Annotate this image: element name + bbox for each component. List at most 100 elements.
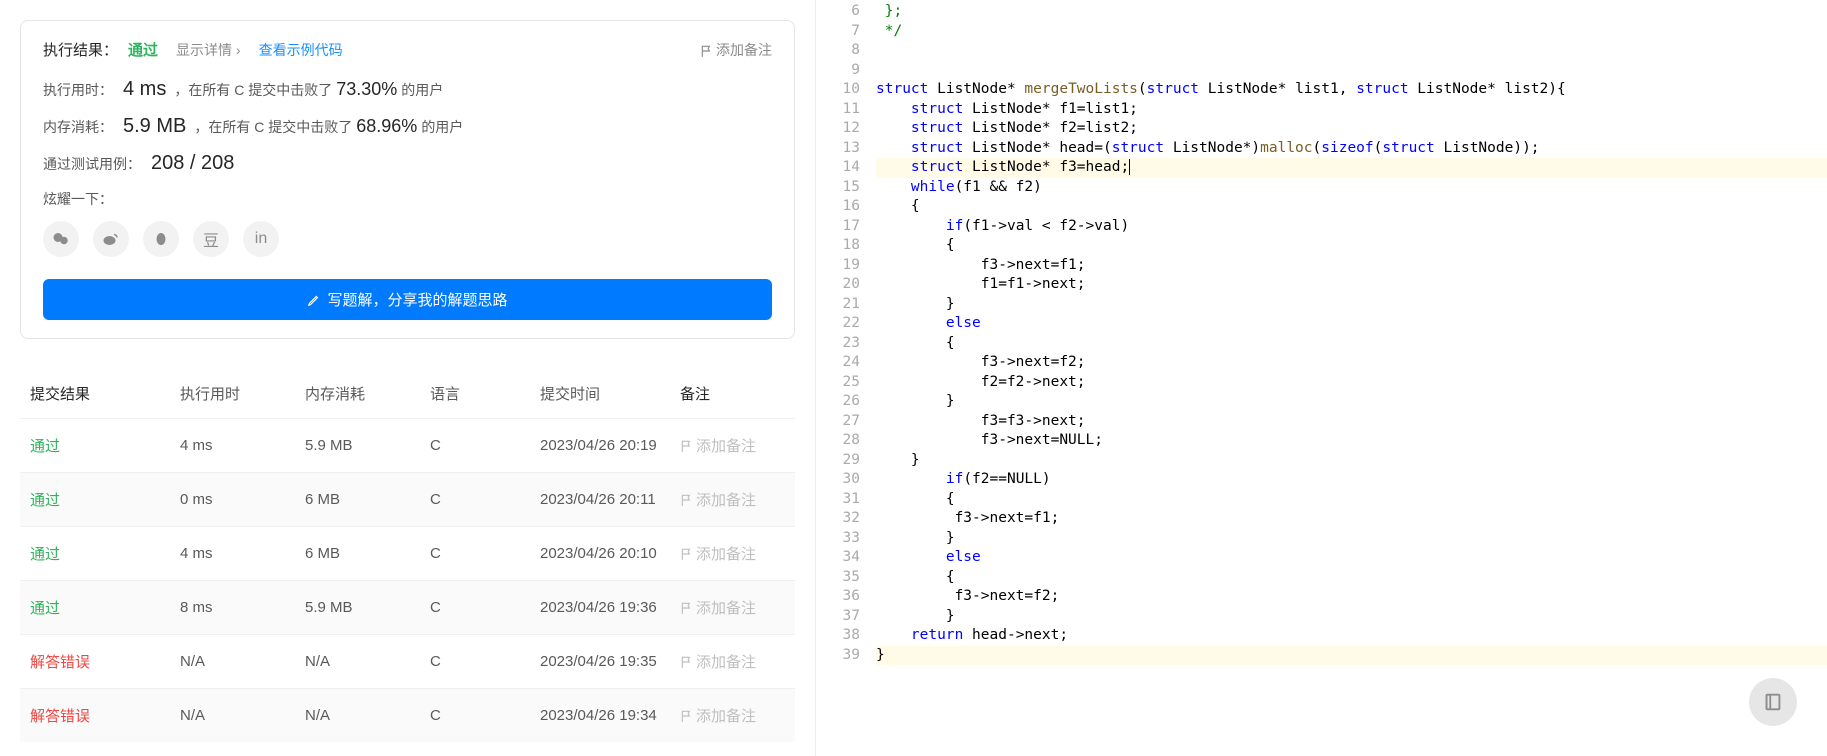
submission-result[interactable]: 解答错误: [30, 654, 90, 671]
code-line[interactable]: {: [876, 197, 1827, 217]
code-line[interactable]: }: [876, 607, 1827, 627]
header-lang: 语言: [430, 383, 540, 404]
code-line[interactable]: struct ListNode* f1=list1;: [876, 100, 1827, 120]
code-line[interactable]: return head->next;: [876, 626, 1827, 646]
code-area[interactable]: }; */ struct ListNode* mergeTwoLists(str…: [876, 2, 1827, 756]
submission-lang: C: [430, 491, 540, 508]
table-row[interactable]: 通过4 ms6 MBC2023/04/26 20:10添加备注: [20, 526, 795, 580]
code-line[interactable]: f3->next=f2;: [876, 587, 1827, 607]
add-note-button[interactable]: 添加备注: [700, 40, 772, 60]
line-gutter: 6789101112131415161718192021222324252627…: [816, 2, 876, 756]
submission-memory: 5.9 MB: [305, 437, 430, 454]
submission-lang: C: [430, 707, 540, 724]
table-row[interactable]: 通过4 ms5.9 MBC2023/04/26 20:19添加备注: [20, 418, 795, 472]
submission-memory: N/A: [305, 653, 430, 670]
code-line[interactable]: f2=f2->next;: [876, 373, 1827, 393]
example-code-link[interactable]: 查看示例代码: [259, 40, 343, 60]
notebook-float-button[interactable]: [1749, 678, 1797, 726]
submission-memory: 6 MB: [305, 545, 430, 562]
show-detail-link[interactable]: 显示详情 ›: [176, 40, 241, 60]
submission-result[interactable]: 通过: [30, 438, 60, 455]
code-line[interactable]: struct ListNode* head=(struct ListNode*)…: [876, 139, 1827, 159]
submission-result[interactable]: 通过: [30, 546, 60, 563]
flag-icon: [680, 653, 692, 670]
submission-result[interactable]: 解答错误: [30, 708, 90, 725]
code-line[interactable]: if(f1->val < f2->val): [876, 217, 1827, 237]
submission-date: 2023/04/26 20:10: [540, 545, 680, 562]
submission-result[interactable]: 通过: [30, 492, 60, 509]
add-note-link[interactable]: 添加备注: [680, 435, 785, 456]
testcase-value: 208 / 208: [151, 152, 234, 175]
flag-icon: [680, 437, 692, 454]
code-line[interactable]: else: [876, 548, 1827, 568]
submission-lang: C: [430, 437, 540, 454]
code-line[interactable]: struct ListNode* f2=list2;: [876, 119, 1827, 139]
code-line[interactable]: {: [876, 334, 1827, 354]
header-time: 执行用时: [180, 383, 305, 404]
submission-lang: C: [430, 653, 540, 670]
code-line[interactable]: f3->next=f2;: [876, 353, 1827, 373]
submission-time: 8 ms: [180, 599, 305, 616]
flag-icon: [680, 599, 692, 616]
linkedin-icon[interactable]: in: [243, 221, 279, 257]
flag-icon: [680, 545, 692, 562]
flag-icon: [680, 491, 692, 508]
wechat-icon[interactable]: [43, 221, 79, 257]
result-card: 执行结果： 通过 显示详情 › 查看示例代码 添加备注 执行用时： 4 ms ，…: [20, 20, 795, 339]
weibo-icon[interactable]: [93, 221, 129, 257]
runtime-row: 执行用时： 4 ms ，在所有 C 提交中击败了 73.30% 的用户: [43, 78, 772, 101]
add-note-link[interactable]: 添加备注: [680, 543, 785, 564]
header-result: 提交结果: [30, 383, 180, 404]
submission-result[interactable]: 通过: [30, 600, 60, 617]
code-line[interactable]: [876, 61, 1827, 81]
code-line[interactable]: f3->next=f1;: [876, 509, 1827, 529]
add-note-link[interactable]: 添加备注: [680, 705, 785, 726]
code-line[interactable]: struct ListNode* mergeTwoLists(struct Li…: [876, 80, 1827, 100]
submission-time: N/A: [180, 653, 305, 670]
code-line[interactable]: struct ListNode* f3=head;: [876, 158, 1827, 178]
code-line[interactable]: }: [876, 529, 1827, 549]
code-line[interactable]: }: [876, 646, 1827, 666]
code-line[interactable]: f3->next=NULL;: [876, 431, 1827, 451]
submission-date: 2023/04/26 20:19: [540, 437, 680, 454]
table-header: 提交结果 执行用时 内存消耗 语言 提交时间 备注: [20, 369, 795, 418]
douban-icon[interactable]: 豆: [193, 221, 229, 257]
code-line[interactable]: else: [876, 314, 1827, 334]
submission-date: 2023/04/26 19:36: [540, 599, 680, 616]
table-row[interactable]: 通过8 ms5.9 MBC2023/04/26 19:36添加备注: [20, 580, 795, 634]
code-line[interactable]: f3=f3->next;: [876, 412, 1827, 432]
code-line[interactable]: f3->next=f1;: [876, 256, 1827, 276]
write-solution-button[interactable]: 写题解，分享我的解题思路: [43, 279, 772, 320]
code-line[interactable]: */: [876, 22, 1827, 42]
header-memory: 内存消耗: [305, 383, 430, 404]
pencil-icon: [307, 291, 321, 308]
code-editor[interactable]: 6789101112131415161718192021222324252627…: [815, 0, 1827, 756]
table-row[interactable]: 通过0 ms6 MBC2023/04/26 20:11添加备注: [20, 472, 795, 526]
flag-icon: [700, 41, 712, 57]
submission-lang: C: [430, 599, 540, 616]
submission-memory: N/A: [305, 707, 430, 724]
code-line[interactable]: {: [876, 490, 1827, 510]
code-line[interactable]: }: [876, 295, 1827, 315]
code-line[interactable]: if(f2==NULL): [876, 470, 1827, 490]
table-row[interactable]: 解答错误N/AN/AC2023/04/26 19:34添加备注: [20, 688, 795, 742]
code-line[interactable]: {: [876, 236, 1827, 256]
table-row[interactable]: 解答错误N/AN/AC2023/04/26 19:35添加备注: [20, 634, 795, 688]
code-line[interactable]: {: [876, 568, 1827, 588]
code-line[interactable]: [876, 41, 1827, 61]
runtime-percent: 73.30%: [336, 79, 397, 100]
add-note-link[interactable]: 添加备注: [680, 597, 785, 618]
submission-memory: 6 MB: [305, 491, 430, 508]
add-note-link[interactable]: 添加备注: [680, 489, 785, 510]
runtime-value: 4 ms: [123, 78, 166, 101]
submission-time: 4 ms: [180, 545, 305, 562]
qq-icon[interactable]: [143, 221, 179, 257]
submission-date: 2023/04/26 19:35: [540, 653, 680, 670]
add-note-link[interactable]: 添加备注: [680, 651, 785, 672]
code-line[interactable]: }: [876, 451, 1827, 471]
code-line[interactable]: f1=f1->next;: [876, 275, 1827, 295]
code-line[interactable]: while(f1 && f2): [876, 178, 1827, 198]
code-line[interactable]: };: [876, 2, 1827, 22]
header-date: 提交时间: [540, 383, 680, 404]
code-line[interactable]: }: [876, 392, 1827, 412]
